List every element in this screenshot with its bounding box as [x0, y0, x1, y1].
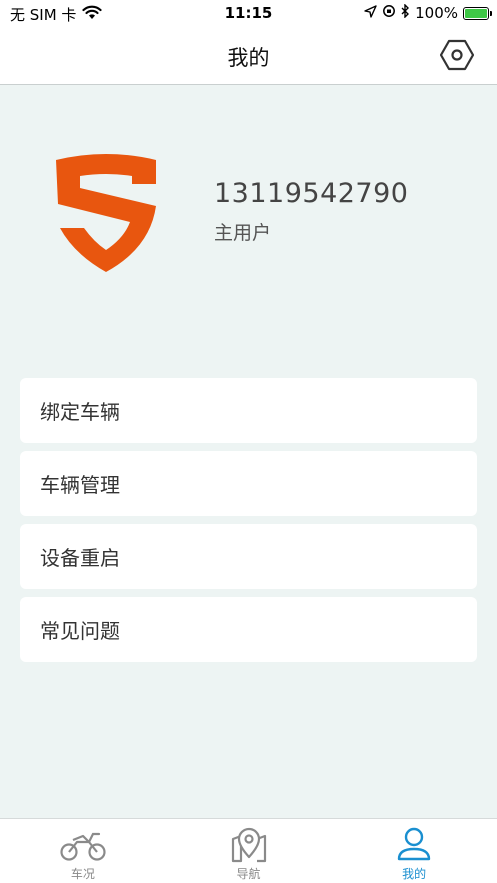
menu-item-vehicle-management[interactable]: 车辆管理	[20, 451, 477, 516]
tab-bar: 车况 导航 我的	[0, 818, 497, 883]
location-arrow-icon	[364, 4, 377, 22]
nav-bar: 我的	[0, 28, 497, 85]
orientation-lock-icon	[382, 4, 396, 22]
profile-header: 13119542790 主用户	[0, 86, 497, 356]
profile-screen: 无 SIM 卡 11:15 100% 我的 13119542790 主用户 绑定…	[0, 0, 497, 883]
menu-item-label: 绑定车辆	[40, 400, 120, 424]
menu-item-device-restart[interactable]: 设备重启	[20, 524, 477, 589]
tab-mine[interactable]: 我的	[331, 819, 497, 883]
page-title: 我的	[227, 46, 270, 70]
motorcycle-icon	[59, 827, 107, 863]
battery-percent: 100%	[415, 4, 458, 22]
wifi-icon	[82, 5, 103, 24]
user-role: 主用户	[214, 222, 272, 244]
menu-item-label: 车辆管理	[40, 473, 120, 497]
menu-item-label: 常见问题	[40, 619, 120, 643]
tab-vehicle-status[interactable]: 车况	[0, 819, 166, 883]
menu-item-faq[interactable]: 常见问题	[20, 597, 477, 662]
menu-item-bind-vehicle[interactable]: 绑定车辆	[20, 378, 477, 443]
settings-menu: 绑定车辆 车辆管理 设备重启 常见问题	[20, 378, 477, 670]
battery-fill	[465, 8, 487, 18]
tab-label: 车况	[70, 867, 95, 881]
map-pin-icon	[225, 827, 273, 863]
status-left: 无 SIM 卡	[10, 4, 103, 25]
shield-logo-icon	[52, 150, 160, 274]
tab-label: 导航	[236, 867, 261, 881]
status-right: 100%	[364, 3, 492, 22]
user-icon	[390, 827, 438, 863]
battery-icon	[463, 6, 492, 20]
tab-label: 我的	[402, 867, 427, 881]
bluetooth-icon	[401, 3, 410, 22]
menu-item-label: 设备重启	[40, 546, 120, 570]
carrier-label: 无 SIM 卡	[10, 6, 77, 24]
user-phone: 13119542790	[214, 178, 409, 209]
status-bar: 无 SIM 卡 11:15 100%	[0, 0, 497, 28]
settings-button[interactable]	[439, 39, 475, 75]
tab-navigation[interactable]: 导航	[166, 819, 332, 883]
hexagon-gear-icon	[439, 38, 475, 76]
